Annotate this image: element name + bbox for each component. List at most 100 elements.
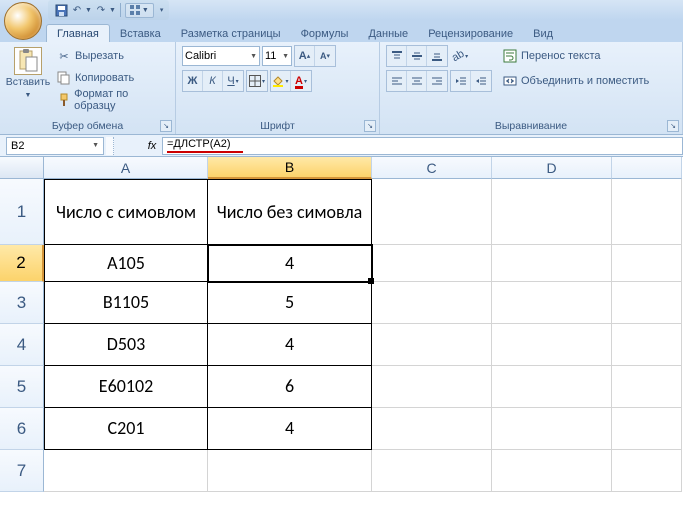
row-header[interactable]: 7 (0, 450, 44, 492)
col-header[interactable]: A (44, 157, 208, 179)
redo-dropdown-icon[interactable]: ▼ (109, 7, 116, 14)
cell[interactable]: A105 (44, 245, 208, 282)
col-header[interactable]: B (208, 157, 372, 179)
align-middle-button[interactable] (407, 46, 427, 66)
undo-icon[interactable]: ↶ (70, 3, 84, 17)
clipboard-launcher[interactable]: ↘ (160, 120, 172, 132)
decrease-indent-button[interactable] (451, 71, 471, 91)
fx-icon[interactable]: fx (142, 140, 162, 152)
col-header[interactable]: C (372, 157, 492, 179)
borders-button[interactable]: ▾ (247, 71, 267, 91)
cell[interactable]: Число с симовлом (44, 179, 208, 245)
row-header[interactable]: 1 (0, 179, 44, 245)
tab-page-layout[interactable]: Разметка страницы (171, 25, 291, 42)
bold-button[interactable]: Ж (183, 71, 203, 91)
name-box-resizer[interactable] (106, 137, 114, 155)
fill-color-button[interactable]: ▾ (271, 71, 291, 91)
cell[interactable] (492, 324, 612, 366)
cell[interactable] (492, 282, 612, 324)
cell[interactable]: D503 (44, 324, 208, 366)
qat-customize-icon[interactable]: ▾ (160, 6, 164, 14)
cell[interactable] (44, 450, 208, 492)
italic-button[interactable]: К (203, 71, 223, 91)
qat-panel[interactable]: ▼ (125, 3, 154, 18)
cell[interactable]: E60102 (44, 366, 208, 408)
font-color-button[interactable]: A▾ (291, 71, 311, 91)
cell[interactable] (492, 179, 612, 245)
font-launcher[interactable]: ↘ (364, 120, 376, 132)
align-center-button[interactable] (407, 71, 427, 91)
cell[interactable] (612, 282, 682, 324)
col-header[interactable]: D (492, 157, 612, 179)
cell[interactable] (208, 450, 372, 492)
name-box[interactable]: B2 ▼ (6, 137, 104, 155)
cell[interactable]: 4 (208, 408, 372, 450)
underline-button[interactable]: Ч▾ (223, 71, 243, 91)
tab-insert[interactable]: Вставка (110, 25, 171, 42)
cell[interactable]: C201 (44, 408, 208, 450)
cell[interactable] (612, 408, 682, 450)
tab-view[interactable]: Вид (523, 25, 563, 42)
tab-data[interactable]: Данные (358, 25, 418, 42)
cell[interactable] (372, 324, 492, 366)
save-icon[interactable] (54, 3, 68, 17)
font-size-combo[interactable]: 11▼ (262, 46, 292, 66)
row-header[interactable]: 4 (0, 324, 44, 366)
cell[interactable]: Число без симовла (208, 179, 372, 245)
format-painter-label: Формат по образцу (74, 88, 167, 112)
cell[interactable] (492, 245, 612, 282)
cell[interactable] (372, 450, 492, 492)
group-alignment: ab▾ Перенос текста (380, 42, 683, 134)
cut-button[interactable]: ✂ Вырезать (54, 45, 169, 67)
alignment-launcher[interactable]: ↘ (667, 120, 679, 132)
increase-indent-button[interactable] (471, 71, 491, 91)
row-header[interactable]: 2 (0, 245, 44, 282)
cell[interactable] (372, 245, 492, 282)
office-button[interactable] (4, 2, 42, 40)
merge-center-button[interactable]: Объединить и поместить (500, 70, 651, 92)
cell[interactable] (612, 179, 682, 245)
align-bottom-button[interactable] (427, 46, 447, 66)
cell[interactable] (492, 366, 612, 408)
cell[interactable] (372, 179, 492, 245)
font-name-combo[interactable]: Calibri▼ (182, 46, 260, 66)
wrap-text-button[interactable]: Перенос текста (500, 45, 651, 67)
tab-review[interactable]: Рецензирование (418, 25, 523, 42)
cell[interactable]: 4 (208, 324, 372, 366)
orientation-button[interactable]: ab▾ (450, 46, 470, 66)
undo-dropdown-icon[interactable]: ▼ (85, 7, 92, 14)
align-right-button[interactable] (427, 71, 447, 91)
cell[interactable] (612, 450, 682, 492)
shrink-font-button[interactable]: A▾ (315, 46, 335, 66)
cell[interactable]: 6 (208, 366, 372, 408)
align-top-button[interactable] (387, 46, 407, 66)
cell[interactable] (612, 324, 682, 366)
copy-icon (56, 70, 72, 86)
select-all-corner[interactable] (0, 157, 44, 179)
paste-button[interactable]: Вставить▼ (6, 45, 50, 111)
col-header[interactable] (612, 157, 682, 179)
row-header[interactable]: 5 (0, 366, 44, 408)
tab-formulas[interactable]: Формулы (291, 25, 359, 42)
copy-button[interactable]: Копировать (54, 67, 169, 89)
cell[interactable] (372, 408, 492, 450)
cell-active[interactable]: 4 (208, 245, 372, 282)
row-header[interactable]: 3 (0, 282, 44, 324)
cell[interactable] (612, 366, 682, 408)
tab-home[interactable]: Главная (46, 24, 110, 42)
cell[interactable] (492, 408, 612, 450)
brush-icon (56, 92, 71, 108)
cell[interactable] (612, 245, 682, 282)
cell[interactable] (372, 366, 492, 408)
cell[interactable]: B1105 (44, 282, 208, 324)
redo-icon[interactable]: ↷ (94, 3, 108, 17)
cell[interactable] (372, 282, 492, 324)
row-header[interactable]: 6 (0, 408, 44, 450)
grow-font-button[interactable]: A▴ (295, 46, 315, 66)
chevron-down-icon: ▼ (25, 92, 32, 99)
formula-input[interactable]: =ДЛСТР(A2) (162, 137, 683, 155)
cell[interactable]: 5 (208, 282, 372, 324)
format-painter-button[interactable]: Формат по образцу (54, 89, 169, 111)
cell[interactable] (492, 450, 612, 492)
align-left-button[interactable] (387, 71, 407, 91)
